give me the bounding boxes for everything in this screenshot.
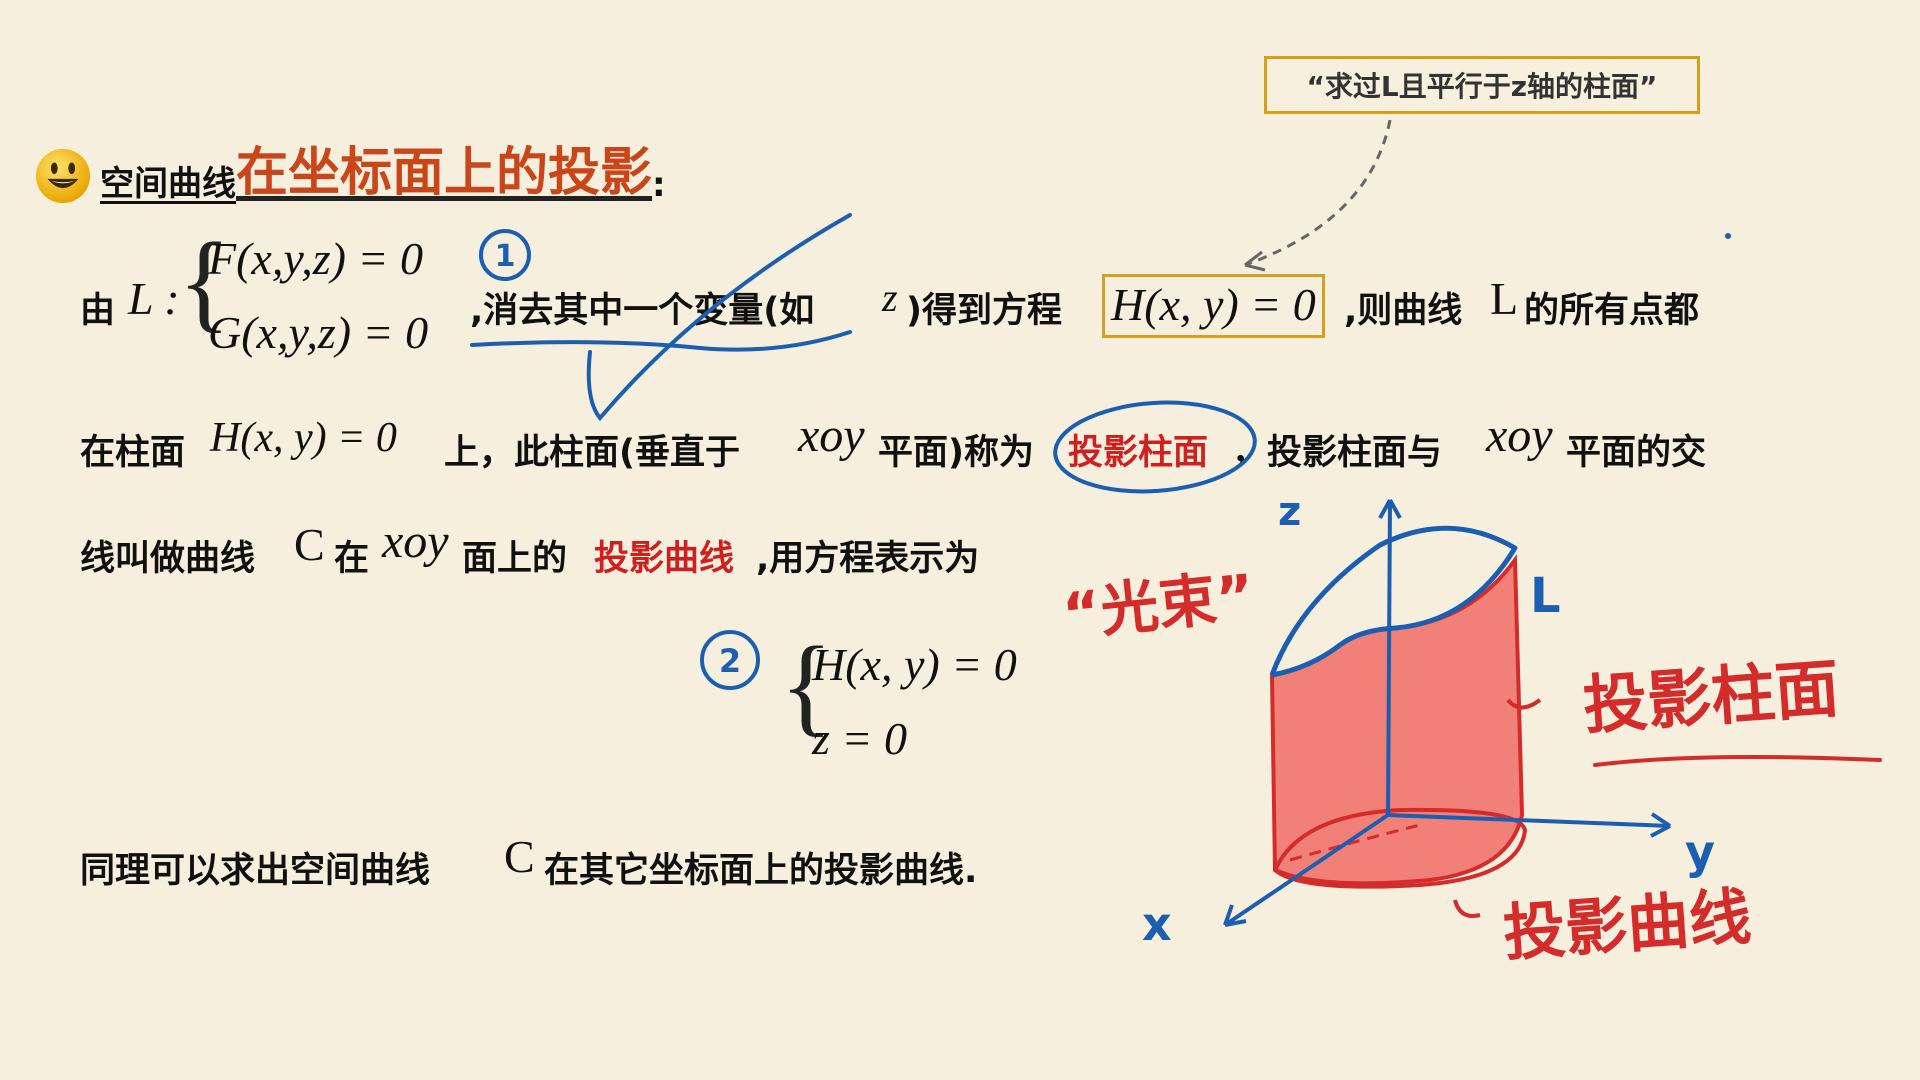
blue-ellipse-projection-cylinder [1053,400,1257,494]
projection-curve-label: 投影曲线 [1501,880,1754,970]
z-axis [1386,499,1392,816]
axis-x-label: x [1142,897,1172,951]
callout-arrowhead [1244,250,1266,272]
projection-cylinder-label: 投影柱面 [1581,652,1842,744]
blue-underline-1 [470,330,852,352]
axis-z-label: z [1278,489,1301,535]
stray-dot [1725,233,1731,239]
circle-2-label: 2 [719,642,741,680]
curve-L-label: L [1530,568,1561,624]
handdrawn-overlay: 1 2 “光束” z y x L 投影柱面 投影曲线 [470,119,1882,970]
guangshu-label: “光束” [1059,561,1257,649]
axis-y-label: y [1685,825,1715,879]
arrow-to-curve-label [1453,899,1481,918]
red-underline-label [1593,754,1882,767]
circle-1-label: 1 [495,239,516,274]
blue-check-mark [586,213,852,422]
callout-dashed-arrow [1244,119,1392,267]
